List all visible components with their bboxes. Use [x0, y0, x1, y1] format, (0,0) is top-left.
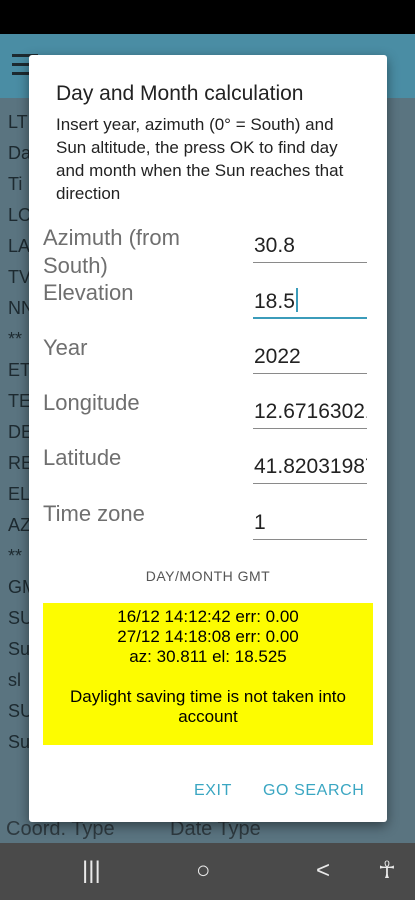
azimuth-input[interactable]: 30.8: [253, 231, 367, 263]
daylight-saving-note: Daylight saving time is not taken into a…: [70, 687, 346, 726]
recent-apps-icon[interactable]: |||: [82, 857, 101, 885]
exit-button[interactable]: EXIT: [194, 782, 232, 800]
year-label: Year: [43, 335, 88, 360]
azimuth-label: Azimuth (from South): [43, 225, 180, 278]
dialog-title: Day and Month calculation: [56, 82, 304, 105]
back-icon[interactable]: <: [316, 857, 330, 885]
background-list-item: Ti: [8, 174, 23, 194]
time-zone-input[interactable]: 1: [253, 508, 367, 540]
background-list-item: Su: [8, 639, 31, 659]
time-zone-label: Time zone: [43, 501, 145, 526]
background-list-item: sl: [8, 670, 21, 690]
home-icon[interactable]: ○: [196, 857, 211, 885]
result-line-1: 16/12 14:12:42 err: 0.00: [117, 607, 299, 626]
year-input[interactable]: 2022: [253, 342, 367, 374]
go-search-button[interactable]: GO SEARCH: [263, 782, 364, 800]
background-list-item: **: [8, 329, 23, 349]
longitude-input[interactable]: 12.67163021: [253, 397, 367, 429]
result-box: 16/12 14:12:42 err: 0.00 27/12 14:18:08 …: [43, 603, 373, 745]
longitude-label: Longitude: [43, 390, 140, 415]
elevation-label: Elevation: [43, 280, 134, 305]
background-list-item: TV: [8, 267, 32, 287]
day-month-gmt-label: DAY/MONTH GMT: [145, 568, 271, 584]
background-list-item: **: [8, 546, 23, 566]
accessibility-icon[interactable]: ☥: [378, 857, 396, 885]
background-list-item: TE: [8, 391, 32, 411]
elevation-input[interactable]: 18.5: [253, 287, 367, 319]
background-list-item: LA: [8, 236, 31, 256]
background-list-item: ET: [8, 360, 32, 380]
result-line-3: az: 30.811 el: 18.525: [129, 647, 287, 666]
elevation-value: 18.5: [254, 290, 295, 313]
dialog-message: Insert year, azimuth (0° = South) and Su…: [56, 115, 344, 203]
navigation-bar: ||| ○ < ☥: [0, 843, 415, 900]
text-cursor: [295, 288, 298, 312]
background-list-item: LT: [8, 112, 28, 132]
result-line-2: 27/12 14:18:08 err: 0.00: [117, 627, 299, 646]
latitude-input[interactable]: 41.82031987: [253, 452, 367, 484]
day-month-dialog: Day and Month calculation Insert year, a…: [29, 55, 387, 822]
latitude-label: Latitude: [43, 445, 122, 470]
background-list-item: AZ: [8, 515, 32, 535]
status-bar: [0, 0, 415, 34]
background-list-item: EL: [8, 484, 31, 504]
background-list-item: Da: [8, 143, 32, 163]
background-list-item: Su: [8, 732, 31, 752]
